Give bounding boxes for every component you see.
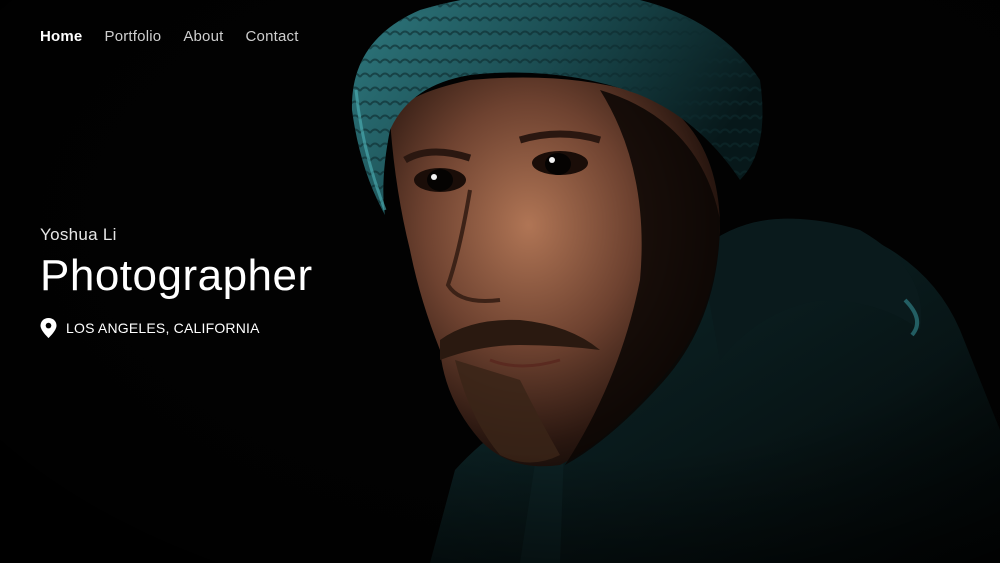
photographer-name: Yoshua Li [40,225,117,244]
location-text: LOS ANGELES, CALIFORNIA [66,320,260,336]
nav-item-home[interactable]: Home [40,27,82,47]
map-pin-icon [40,318,57,338]
hero-section: Home Portfolio About Contact Yoshua Li P… [0,0,1000,563]
location-line: LOS ANGELES, CALIFORNIA [40,318,313,338]
nav-item-contact[interactable]: Contact [246,27,299,47]
hero-title: Photographer [40,251,313,300]
hero-intro: Yoshua Li Photographer LOS ANGELES, CALI… [40,224,313,338]
nav-item-portfolio[interactable]: Portfolio [104,27,161,47]
top-nav: Home Portfolio About Contact [40,27,299,47]
nav-item-about[interactable]: About [183,27,223,47]
